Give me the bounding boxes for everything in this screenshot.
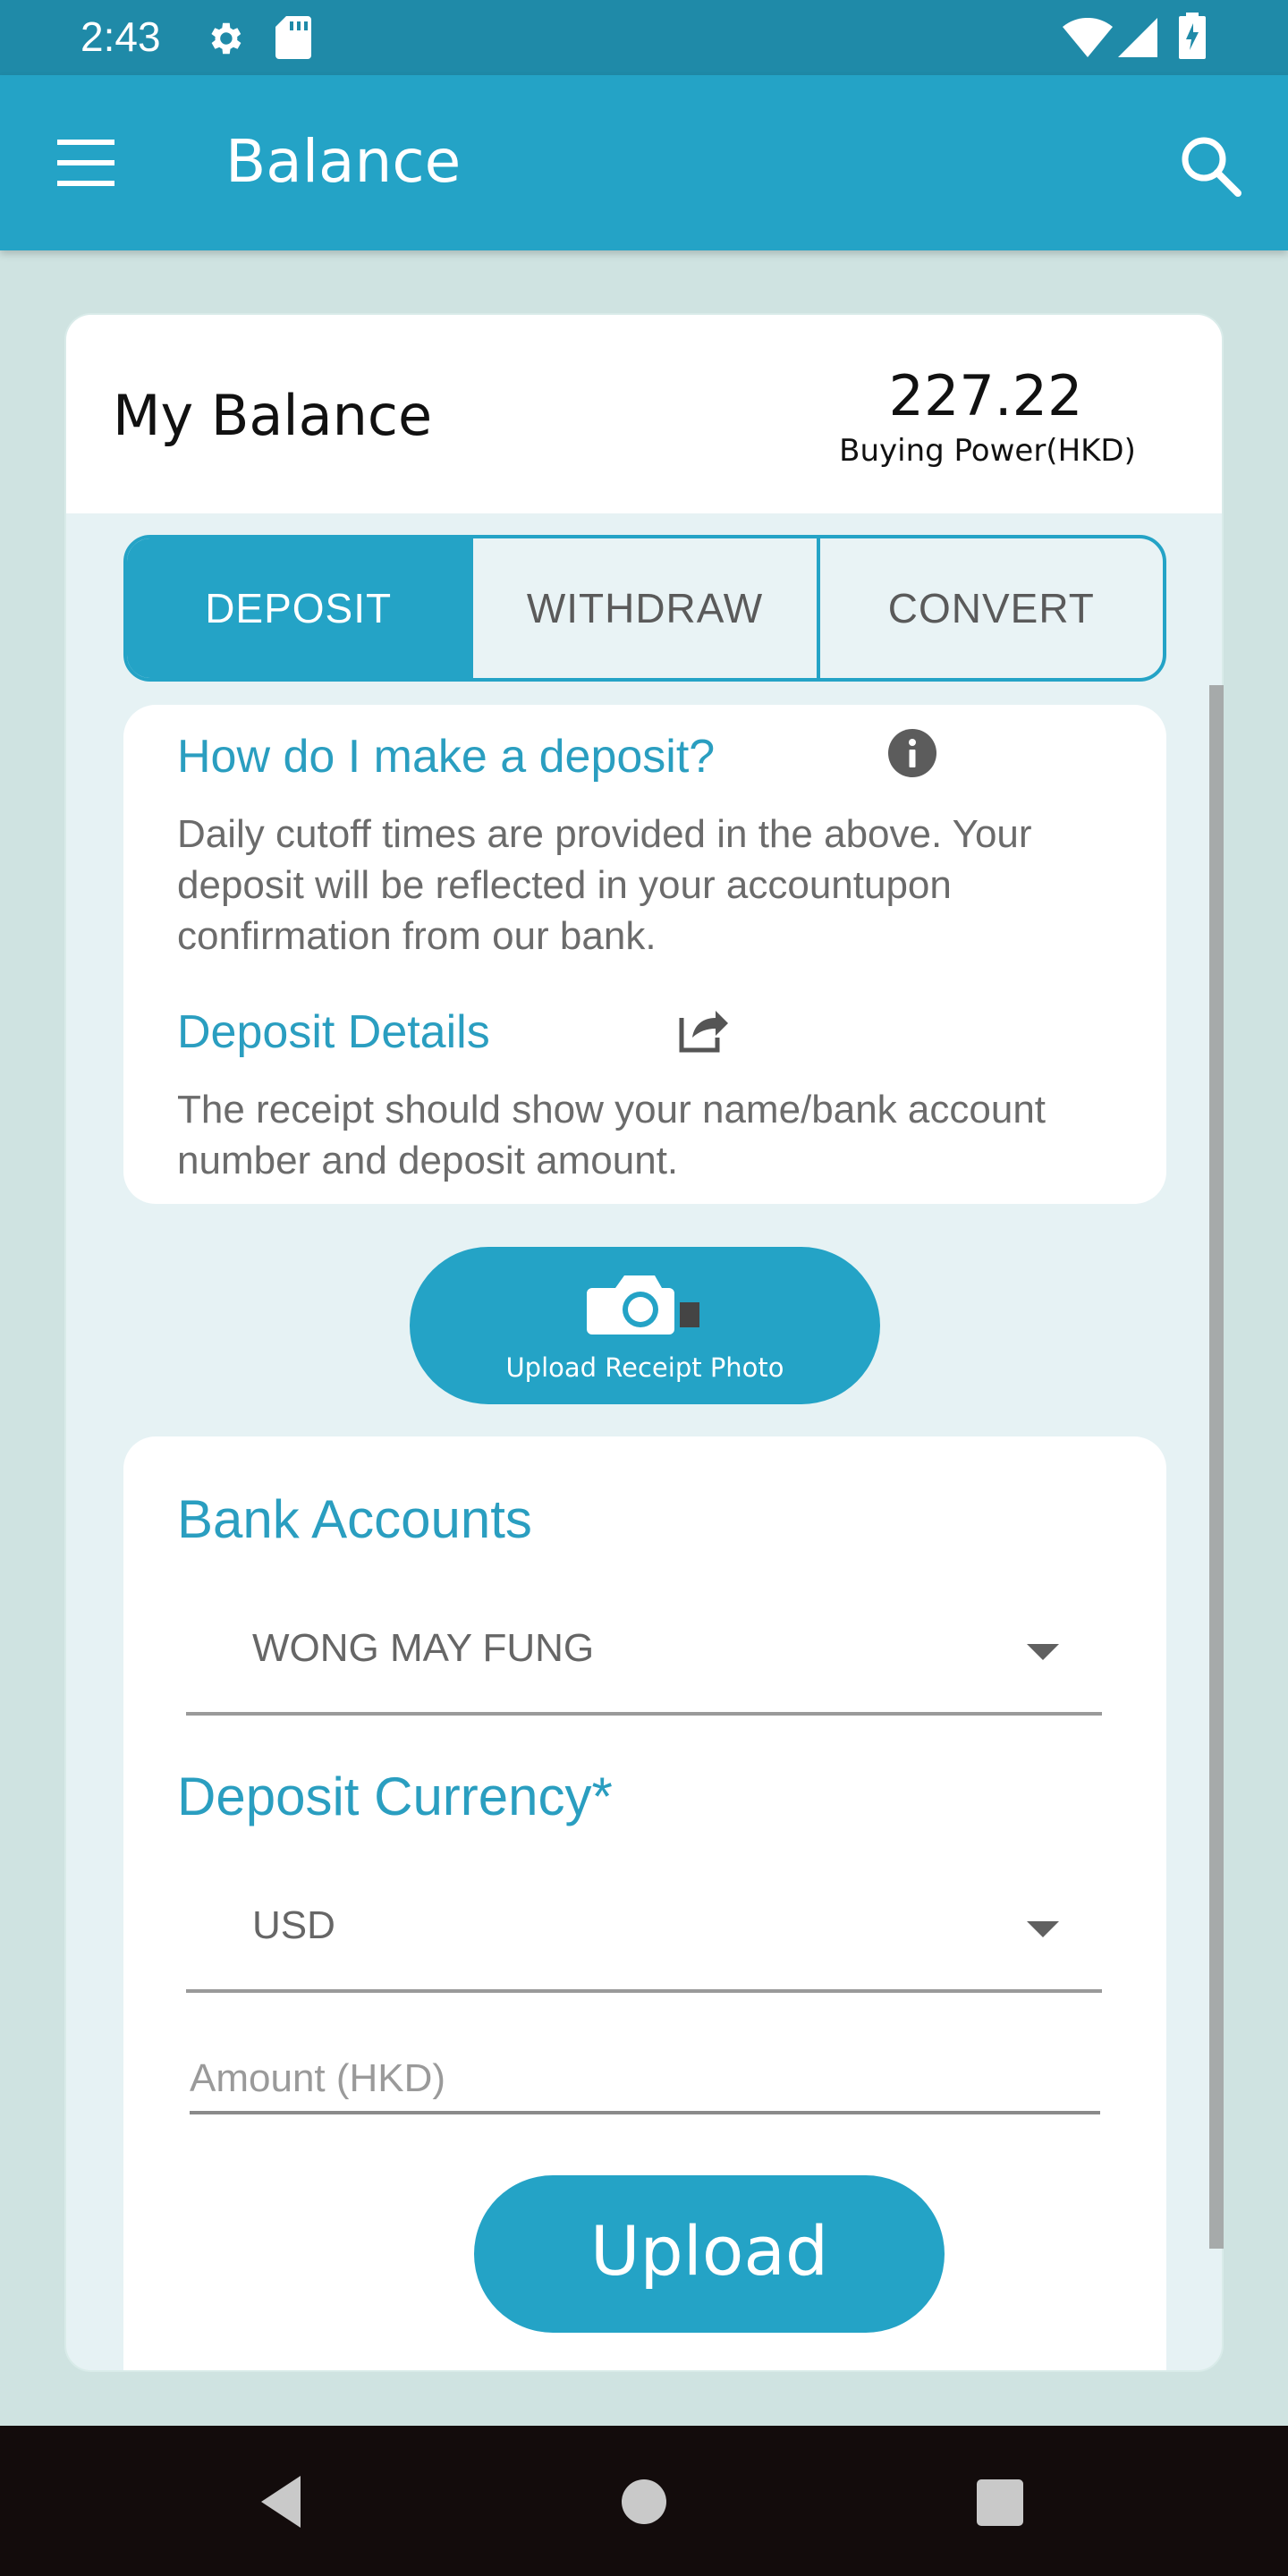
page-title: Balance	[225, 127, 462, 196]
home-icon[interactable]	[613, 2470, 675, 2533]
status-time: 2:43	[80, 13, 161, 60]
back-icon[interactable]	[254, 2470, 317, 2533]
system-nav-bar	[0, 2426, 1288, 2576]
bank-accounts-title: Bank Accounts	[177, 1489, 532, 1549]
hamburger-menu-icon[interactable]	[50, 131, 122, 195]
deposit-currency-select[interactable]: USD	[186, 1859, 1102, 1993]
deposit-details-text: The receipt should show your name/bank a…	[177, 1088, 1046, 1182]
wifi-icon	[1063, 18, 1113, 57]
scrollbar[interactable]	[1209, 685, 1224, 2249]
battery-charging-icon	[1179, 13, 1206, 59]
deposit-form: Bank Accounts WONG MAY FUNG Deposit Curr…	[123, 1436, 1166, 2370]
deposit-info-text: Daily cutoff times are provided in the a…	[177, 812, 1032, 958]
bank-account-value: WONG MAY FUNG	[252, 1626, 595, 1670]
search-icon[interactable]	[1177, 132, 1245, 200]
settings-icon	[211, 22, 242, 55]
amount-input[interactable]	[190, 2046, 1100, 2114]
share-icon[interactable]	[674, 1000, 732, 1057]
camera-icon	[587, 1275, 699, 1335]
balance-amount: 227.22	[888, 363, 1083, 428]
balance-title: My Balance	[113, 383, 433, 448]
deposit-info-panel[interactable]: How do I make a deposit? Daily cutoff ti…	[123, 705, 1166, 1204]
buying-power-label: Buying Power(HKD)	[839, 433, 1136, 469]
deposit-currency-title: Deposit Currency*	[177, 1767, 613, 1826]
balance-header: My Balance 227.22 Buying Power(HKD)	[66, 315, 1222, 513]
deposit-details-title: Deposit Details	[177, 1006, 490, 1058]
status-bar: 2:43	[0, 0, 1288, 75]
balance-tabs: DEPOSIT WITHDRAW CONVERT	[123, 535, 1166, 682]
upload-button-label: Upload	[589, 2211, 829, 2291]
deposit-currency-value: USD	[252, 1903, 335, 1947]
app-bar: Balance	[0, 75, 1288, 250]
chevron-down-icon	[1027, 1921, 1059, 1937]
tab-withdraw[interactable]: WITHDRAW	[470, 538, 816, 678]
balance-card: My Balance 227.22 Buying Power(HKD) DEPO…	[64, 313, 1224, 2372]
upload-receipt-label: Upload Receipt Photo	[505, 1352, 784, 1383]
upload-button[interactable]: Upload	[474, 2175, 945, 2333]
bank-account-select[interactable]: WONG MAY FUNG	[186, 1581, 1102, 1716]
signal-icon	[1118, 18, 1157, 57]
info-icon[interactable]	[887, 728, 937, 778]
tab-deposit[interactable]: DEPOSIT	[127, 538, 470, 678]
chevron-down-icon	[1027, 1644, 1059, 1660]
tab-convert[interactable]: CONVERT	[816, 538, 1163, 678]
deposit-question: How do I make a deposit?	[177, 731, 716, 783]
upload-receipt-photo-button[interactable]: Upload Receipt Photo	[410, 1247, 880, 1404]
sd-card-icon	[275, 16, 311, 59]
recents-icon[interactable]	[968, 2470, 1030, 2533]
